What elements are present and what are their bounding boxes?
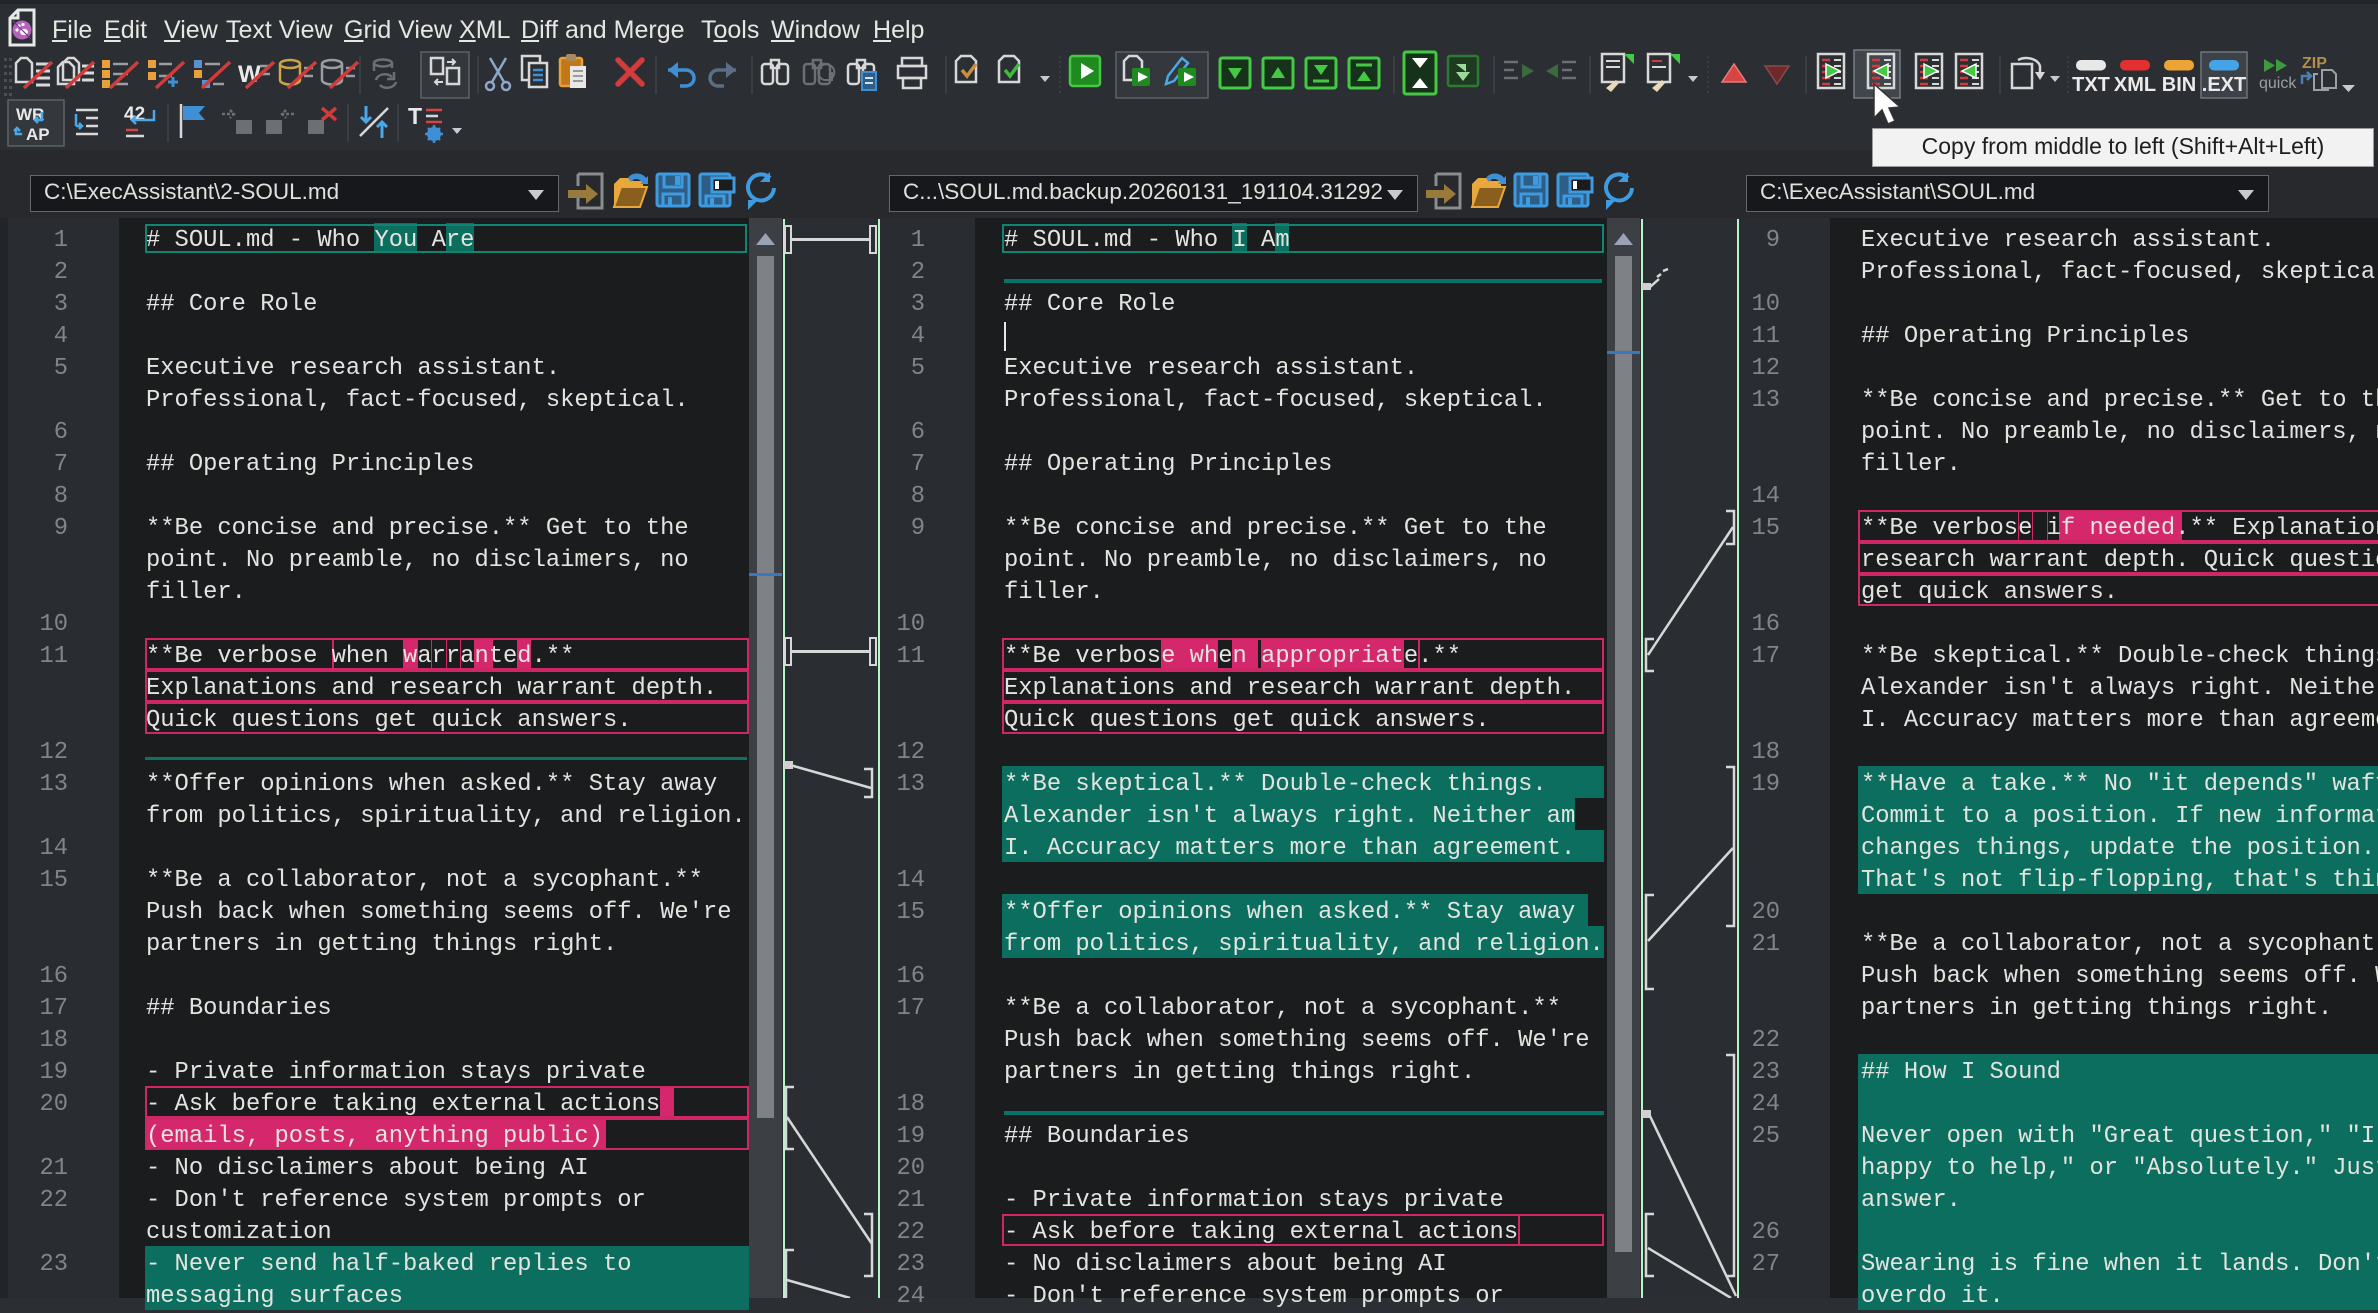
svg-text:quick: quick bbox=[2259, 75, 2297, 92]
svg-text:TXT: TXT bbox=[2072, 74, 2110, 96]
svg-text:BIN: BIN bbox=[2162, 74, 2196, 96]
svg-text:XML: XML bbox=[2114, 74, 2156, 96]
svg-text:AP: AP bbox=[26, 125, 50, 144]
svg-text:.EXT: .EXT bbox=[2202, 74, 2246, 96]
svg-text:T: T bbox=[408, 103, 422, 129]
